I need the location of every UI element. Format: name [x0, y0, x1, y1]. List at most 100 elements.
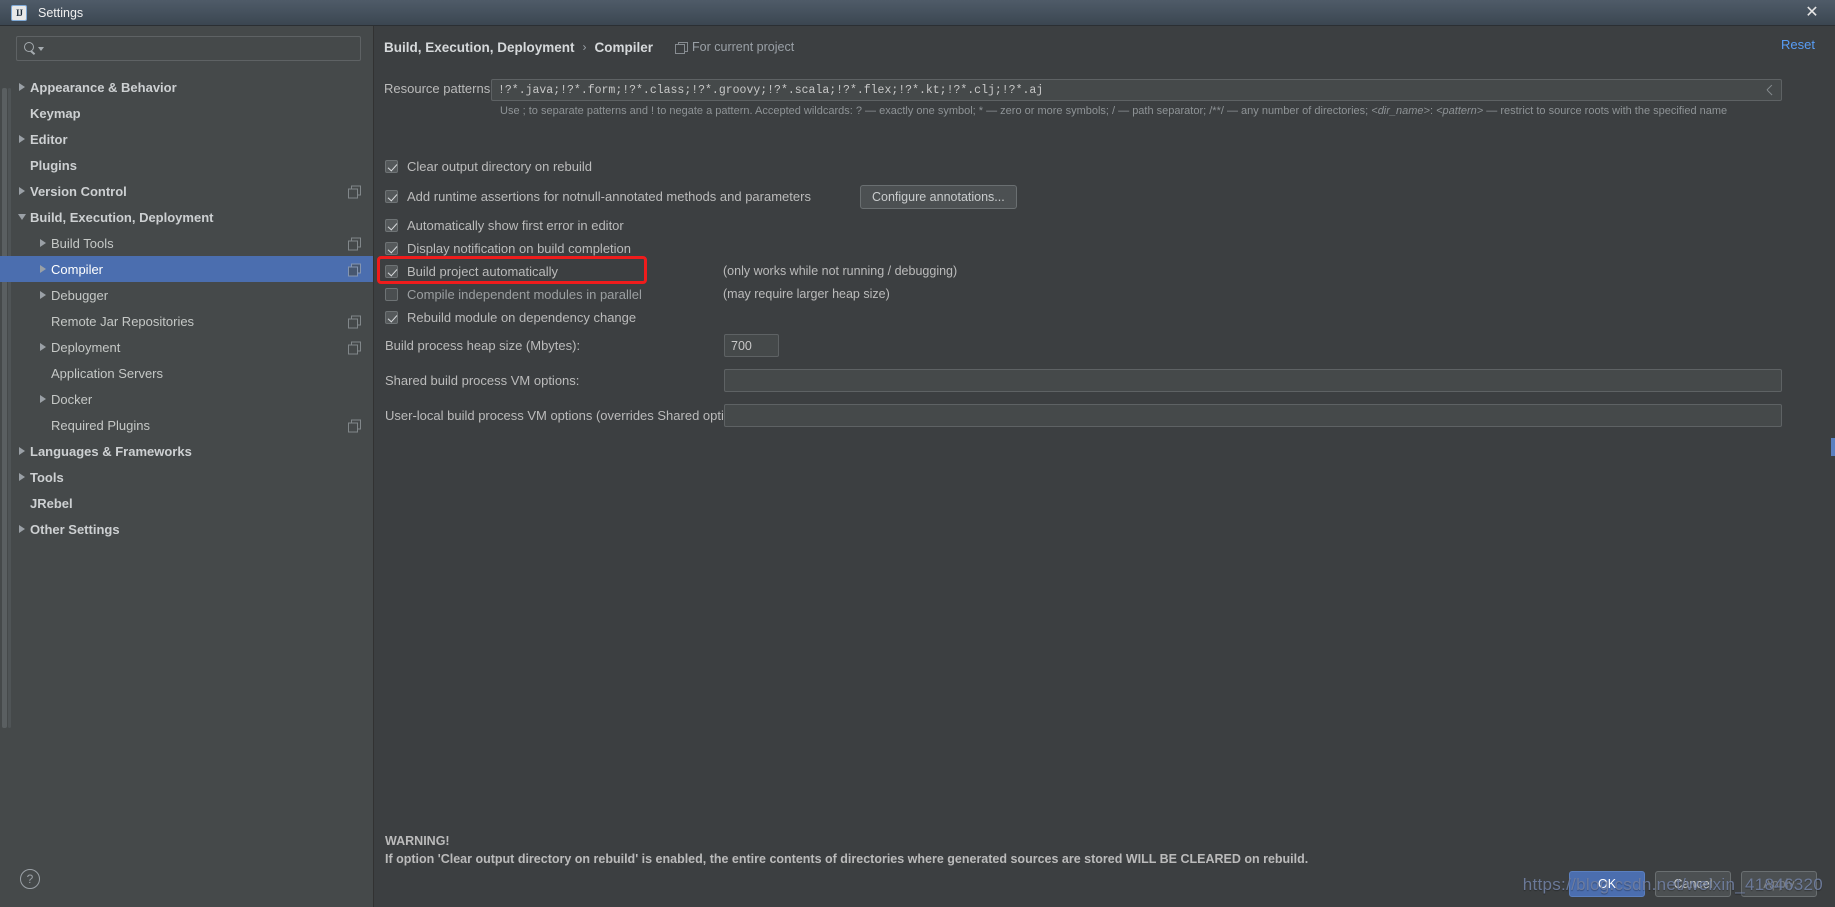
chevron-right-icon[interactable]: [14, 525, 30, 533]
checkbox-label: Display notification on build completion: [407, 241, 631, 256]
checkbox-indicator[interactable]: [385, 288, 398, 301]
copy-icon: [348, 342, 359, 353]
sidebar-item-label: Remote Jar Repositories: [51, 314, 194, 329]
checkbox-rebuild-on-dependency-change[interactable]: Rebuild module on dependency change: [385, 310, 636, 325]
settings-search-box[interactable]: [16, 36, 361, 61]
chevron-down-icon[interactable]: [14, 214, 30, 220]
sidebar-item-build-execution-deployment[interactable]: Build, Execution, Deployment: [0, 204, 373, 230]
chevron-right-icon[interactable]: [35, 291, 51, 299]
hint-italic-dirname: <dir_name>: [1371, 105, 1430, 117]
chevron-right-icon[interactable]: [14, 187, 30, 195]
ok-button[interactable]: OK: [1569, 871, 1645, 897]
reset-link[interactable]: Reset: [1781, 37, 1815, 52]
heap-size-label: Build process heap size (Mbytes):: [385, 338, 580, 353]
heap-size-value: 700: [731, 339, 752, 353]
chevron-right-icon[interactable]: [35, 395, 51, 403]
chevron-right-icon[interactable]: [14, 83, 30, 91]
checkbox-build-project-automatically[interactable]: Build project automatically: [385, 264, 558, 279]
sidebar-item-compiler[interactable]: Compiler: [0, 256, 373, 282]
checkbox-label: Clear output directory on rebuild: [407, 159, 592, 174]
chevron-right-icon[interactable]: [35, 239, 51, 247]
sidebar-item-label: Debugger: [51, 288, 108, 303]
sidebar-item-debugger[interactable]: Debugger: [0, 282, 373, 308]
checkbox-indicator[interactable]: [385, 265, 398, 278]
breadcrumb-root[interactable]: Build, Execution, Deployment: [384, 40, 575, 55]
sidebar-item-label: Deployment: [51, 340, 120, 355]
checkbox-indicator[interactable]: [385, 219, 398, 232]
breadcrumb-separator-icon: ›: [583, 40, 587, 54]
sidebar-item-application-servers[interactable]: Application Servers: [0, 360, 373, 386]
dialog-buttons: OK Cancel Apply: [1569, 871, 1817, 897]
sidebar-item-keymap[interactable]: Keymap: [0, 100, 373, 126]
expand-icon[interactable]: [1765, 85, 1775, 95]
sidebar-item-label: Version Control: [30, 184, 127, 199]
copy-icon: [348, 420, 359, 431]
sidebar-item-languages-frameworks[interactable]: Languages & Frameworks: [0, 438, 373, 464]
checkbox-indicator[interactable]: [385, 190, 398, 203]
checkbox-indicator[interactable]: [385, 160, 398, 173]
sidebar-item-jrebel[interactable]: JRebel: [0, 490, 373, 516]
chevron-down-icon[interactable]: [38, 47, 44, 51]
shared-vm-options-input[interactable]: [724, 369, 1782, 392]
checkbox-indicator[interactable]: [385, 242, 398, 255]
sidebar-item-label: JRebel: [30, 496, 73, 511]
sidebar-item-version-control[interactable]: Version Control: [0, 178, 373, 204]
sidebar-item-plugins[interactable]: Plugins: [0, 152, 373, 178]
resource-patterns-hint: Use ; to separate patterns and ! to nega…: [500, 104, 1790, 119]
warning-message: WARNING! If option 'Clear output directo…: [385, 832, 1785, 868]
sidebar-item-required-plugins[interactable]: Required Plugins: [0, 412, 373, 438]
sidebar-item-label: Keymap: [30, 106, 81, 121]
sidebar-item-label: Appearance & Behavior: [30, 80, 177, 95]
title-bar: IJ Settings ✕: [0, 0, 1835, 26]
copy-icon: [348, 264, 359, 275]
checkbox-clear-output-directory[interactable]: Clear output directory on rebuild: [385, 159, 592, 174]
checkbox-indicator[interactable]: [385, 311, 398, 324]
checkbox-label: Build project automatically: [407, 264, 558, 279]
copy-icon: [348, 316, 359, 327]
apply-button[interactable]: Apply: [1741, 871, 1817, 897]
resource-patterns-input[interactable]: !?*.java;!?*.form;!?*.class;!?*.groovy;!…: [491, 79, 1782, 101]
heap-size-input[interactable]: 700: [724, 334, 779, 357]
hint-text-3: — restrict to source roots with the spec…: [1483, 105, 1727, 117]
checkbox-label: Automatically show first error in editor: [407, 218, 624, 233]
sidebar-item-label: Build Tools: [51, 236, 114, 251]
close-icon[interactable]: ✕: [1789, 0, 1835, 25]
sidebar-item-label: Build, Execution, Deployment: [30, 210, 213, 225]
chevron-right-icon[interactable]: [14, 473, 30, 481]
note-build-automatically: (only works while not running / debuggin…: [723, 264, 957, 278]
settings-sidebar: Appearance & Behavior Keymap EditorPlugins…: [0, 26, 374, 907]
copy-icon: [348, 238, 359, 249]
sidebar-item-label: Other Settings: [30, 522, 120, 537]
settings-tree: Appearance & Behavior Keymap EditorPlugins…: [0, 74, 373, 542]
sidebar-item-other-settings[interactable]: Other Settings: [0, 516, 373, 542]
window-title: Settings: [38, 6, 83, 20]
scope-indicator: For current project: [675, 40, 794, 54]
cancel-button[interactable]: Cancel: [1655, 871, 1731, 897]
sidebar-item-build-tools[interactable]: Build Tools: [0, 230, 373, 256]
sidebar-item-editor[interactable]: Editor: [0, 126, 373, 152]
chevron-right-icon[interactable]: [14, 447, 30, 455]
sidebar-item-deployment[interactable]: Deployment: [0, 334, 373, 360]
checkbox-label: Add runtime assertions for notnull-annot…: [407, 189, 811, 204]
checkbox-add-runtime-assertions[interactable]: Add runtime assertions for notnull-annot…: [385, 189, 811, 204]
local-vm-options-input[interactable]: [724, 404, 1782, 427]
chevron-right-icon[interactable]: [35, 343, 51, 351]
search-input[interactable]: [48, 42, 353, 56]
sidebar-item-tools[interactable]: Tools: [0, 464, 373, 490]
chevron-right-icon[interactable]: [14, 135, 30, 143]
configure-annotations-button[interactable]: Configure annotations...: [860, 185, 1017, 209]
checkbox-compile-modules-parallel[interactable]: Compile independent modules in parallel: [385, 287, 642, 302]
scope-label: For current project: [692, 40, 794, 54]
sidebar-item-label: Required Plugins: [51, 418, 150, 433]
sidebar-item-label: Application Servers: [51, 366, 163, 381]
checkbox-label: Rebuild module on dependency change: [407, 310, 636, 325]
checkbox-display-notification[interactable]: Display notification on build completion: [385, 241, 631, 256]
sidebar-item-appearance-behavior[interactable]: Appearance & Behavior: [0, 74, 373, 100]
chevron-right-icon[interactable]: [35, 265, 51, 273]
copy-icon: [348, 186, 359, 197]
app-icon: IJ: [11, 5, 27, 21]
sidebar-item-remote-jar-repositories[interactable]: Remote Jar Repositories: [0, 308, 373, 334]
sidebar-item-docker[interactable]: Docker: [0, 386, 373, 412]
checkbox-auto-show-first-error[interactable]: Automatically show first error in editor: [385, 218, 624, 233]
help-button[interactable]: ?: [20, 869, 40, 889]
